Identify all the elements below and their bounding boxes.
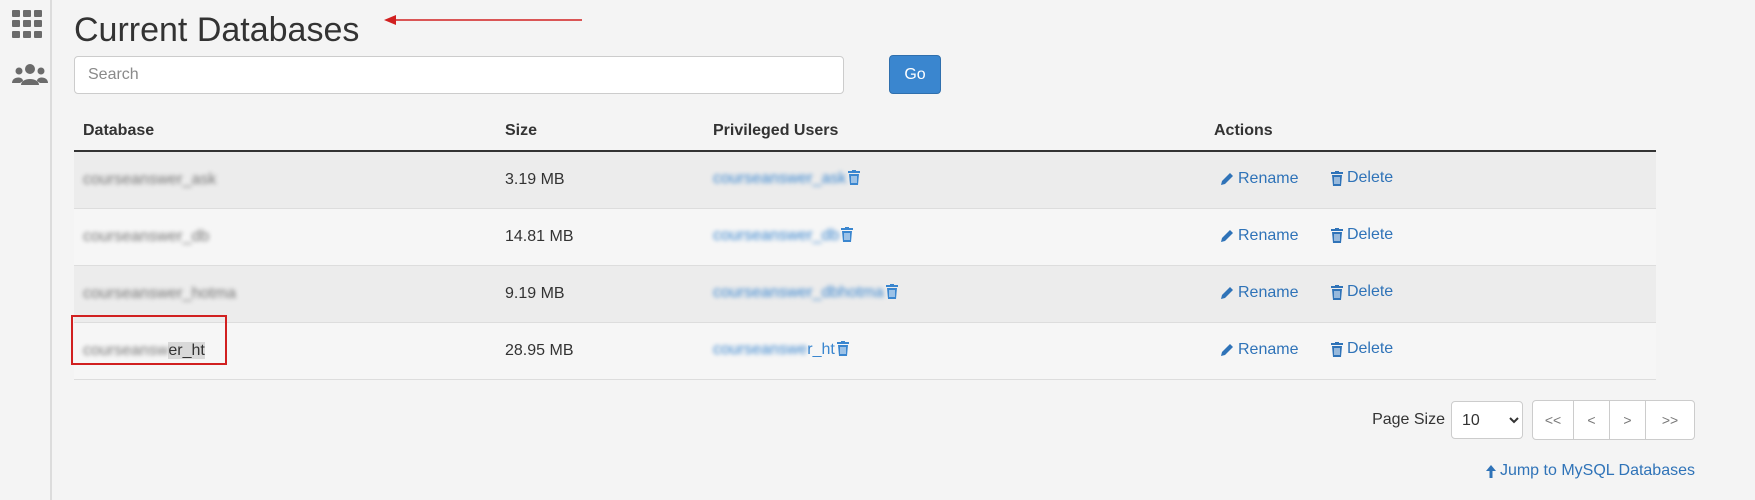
annotation-arrow-icon xyxy=(384,15,582,25)
rename-label: Rename xyxy=(1238,340,1299,358)
database-name-visible: er_ht xyxy=(168,342,205,359)
search-input[interactable] xyxy=(74,56,844,94)
delete-label: Delete xyxy=(1346,226,1394,244)
prev-page-button[interactable]: < xyxy=(1573,400,1610,440)
header-actions: Actions xyxy=(1205,112,1656,152)
privileged-user-link[interactable]: courseanswer_ask xyxy=(713,170,846,187)
rename-label: Rename xyxy=(1238,226,1299,244)
table-row: courseanswer_hotma 9.19 MB courseanswer_… xyxy=(74,265,1656,323)
trash-icon[interactable] xyxy=(841,227,854,247)
database-size: 28.95 MB xyxy=(496,322,704,380)
table-row: courseanswer_ask 3.19 MB courseanswer_as… xyxy=(74,151,1656,209)
privileged-user-link[interactable]: courseanswer_dbhotma xyxy=(713,284,884,301)
delete-label: Delete xyxy=(1346,283,1394,301)
delete-button[interactable]: Delete xyxy=(1330,283,1394,301)
trash-icon xyxy=(1330,227,1343,243)
trash-icon[interactable] xyxy=(885,284,898,304)
header-privileged-users: Privileged Users xyxy=(704,112,1205,152)
jump-to-mysql-link[interactable]: Jump to MySQL Databases xyxy=(1485,462,1695,480)
privileged-user-link-visible[interactable]: r_ht xyxy=(807,341,835,358)
table-row: courseanswer_db 14.81 MB courseanswer_db… xyxy=(74,208,1656,266)
last-page-button[interactable]: >> xyxy=(1645,400,1695,440)
trash-icon[interactable] xyxy=(836,341,849,361)
pencil-icon xyxy=(1221,343,1233,356)
main-content: Current Databases Go Database Size Privi… xyxy=(71,0,1755,500)
jump-link-label: Jump to MySQL Databases xyxy=(1499,462,1695,479)
delete-label: Delete xyxy=(1346,169,1394,187)
next-page-button[interactable]: > xyxy=(1609,400,1646,440)
database-name-hidden: courseansw xyxy=(83,342,169,359)
header-database[interactable]: Database xyxy=(74,112,496,152)
delete-button[interactable]: Delete xyxy=(1330,169,1394,187)
page-title: Current Databases xyxy=(74,11,360,49)
rename-button[interactable]: Rename xyxy=(1220,284,1298,302)
table-header-row: Database Size Privileged Users Actions xyxy=(74,112,1656,152)
trash-icon xyxy=(1330,341,1343,357)
database-size: 14.81 MB xyxy=(496,208,704,266)
delete-label: Delete xyxy=(1346,340,1394,358)
database-name: courseanswer_db xyxy=(83,228,210,245)
pencil-icon xyxy=(1221,229,1233,242)
database-size: 3.19 MB xyxy=(496,151,704,209)
page-size-select[interactable]: 10 xyxy=(1451,401,1523,439)
users-icon[interactable] xyxy=(12,62,48,91)
rename-button[interactable]: Rename xyxy=(1220,227,1298,245)
header-size[interactable]: Size xyxy=(496,112,704,152)
trash-icon[interactable] xyxy=(848,170,861,190)
go-button[interactable]: Go xyxy=(889,55,941,94)
database-name: courseanswer_hotma xyxy=(83,285,236,302)
trash-icon xyxy=(1330,284,1343,300)
grid-icon[interactable] xyxy=(12,10,42,38)
table-row: courseanswer_ht 28.95 MB courseanswer_ht… xyxy=(74,322,1656,380)
first-page-button[interactable]: << xyxy=(1532,400,1574,440)
database-name: courseanswer_ask xyxy=(83,171,217,188)
delete-button[interactable]: Delete xyxy=(1330,340,1394,358)
left-icon-rail xyxy=(0,0,52,500)
arrow-up-icon xyxy=(1485,464,1496,478)
privileged-user-link-hidden[interactable]: courseanswe xyxy=(713,341,807,358)
rename-label: Rename xyxy=(1238,169,1299,187)
pagination: Page Size 10 << < > >> xyxy=(1372,400,1695,440)
title-row: Current Databases xyxy=(74,6,359,56)
rename-label: Rename xyxy=(1238,283,1299,301)
pencil-icon xyxy=(1221,172,1233,185)
database-size: 9.19 MB xyxy=(496,265,704,323)
databases-table: Database Size Privileged Users Actions c… xyxy=(74,112,1656,380)
trash-icon xyxy=(1330,170,1343,186)
page-size-label: Page Size xyxy=(1372,411,1445,428)
rename-button[interactable]: Rename xyxy=(1220,341,1298,359)
pencil-icon xyxy=(1221,286,1233,299)
privileged-user-link[interactable]: courseanswer_db xyxy=(713,227,839,244)
delete-button[interactable]: Delete xyxy=(1330,226,1394,244)
rename-button[interactable]: Rename xyxy=(1220,170,1298,188)
